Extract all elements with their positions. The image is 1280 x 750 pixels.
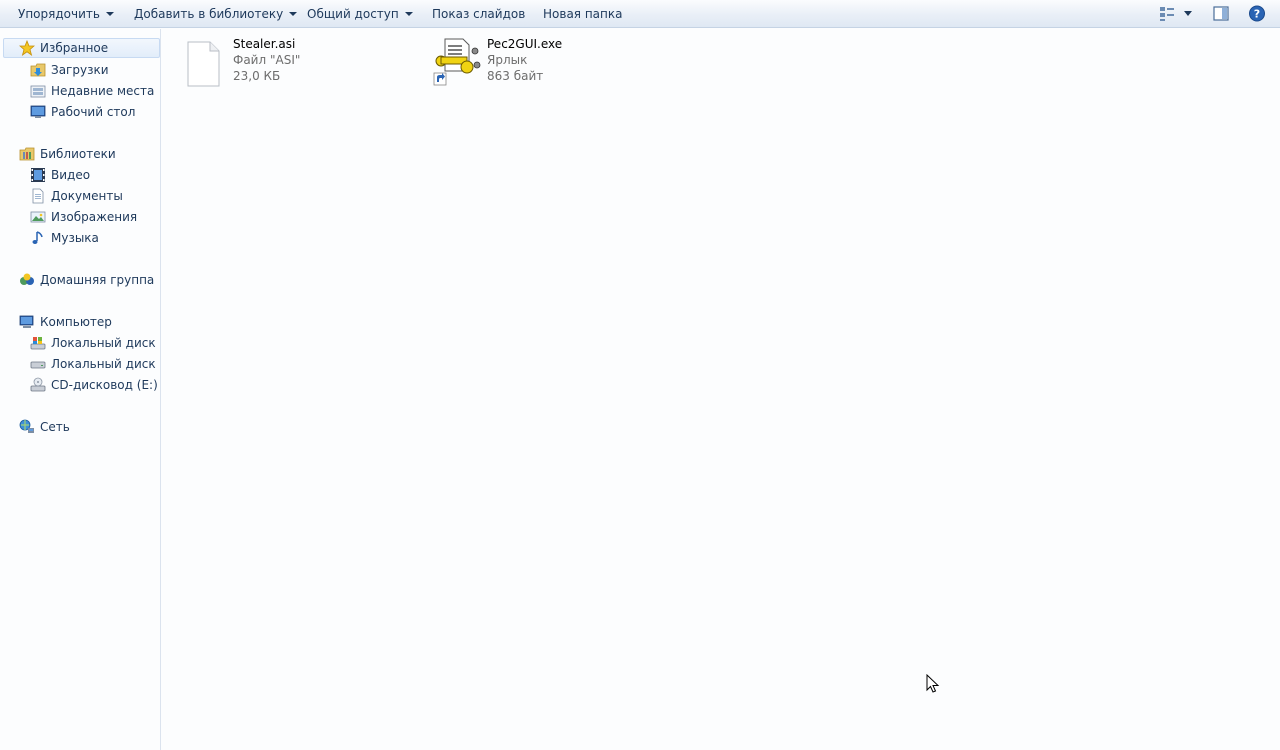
organize-button[interactable]: Упорядочить bbox=[18, 0, 114, 27]
preview-pane-button[interactable] bbox=[1212, 5, 1230, 22]
nav-cd-label: CD-дисковод (E:) bbox=[51, 378, 158, 392]
cd-drive-icon bbox=[30, 377, 46, 392]
computer-icon bbox=[19, 315, 34, 328]
file-size: 23,0 КБ bbox=[233, 69, 281, 83]
nav-downloads[interactable]: Загрузки bbox=[30, 60, 109, 80]
nav-images-label: Изображения bbox=[51, 210, 138, 224]
mouse-cursor-icon bbox=[926, 674, 940, 693]
nav-recent-label: Недавние места bbox=[51, 84, 155, 98]
nav-downloads-label: Загрузки bbox=[51, 63, 109, 77]
file-item-pec2gui[interactable]: Pec2GUI.exe Ярлык 863 байт bbox=[433, 37, 653, 91]
navigation-pane: Избранное Загрузки Недавние места Рабочи… bbox=[0, 29, 161, 750]
homegroup-icon bbox=[20, 273, 34, 285]
nav-computer-label: Компьютер bbox=[40, 315, 112, 329]
organize-label: Упорядочить bbox=[18, 6, 100, 21]
file-item-stealer[interactable]: Stealer.asi Файл "ASI" 23,0 КБ bbox=[185, 37, 395, 91]
nav-music[interactable]: Музыка bbox=[30, 228, 99, 248]
file-size: 863 байт bbox=[487, 69, 544, 83]
documents-icon bbox=[32, 188, 44, 204]
help-icon: ? bbox=[1249, 5, 1265, 22]
video-icon bbox=[31, 168, 45, 182]
nav-music-label: Музыка bbox=[51, 231, 99, 245]
slideshow-button[interactable]: Показ слайдов bbox=[432, 0, 525, 27]
help-button[interactable]: ? bbox=[1248, 5, 1266, 22]
svg-text:?: ? bbox=[1254, 8, 1260, 21]
nav-homegroup[interactable]: Домашняя группа bbox=[19, 270, 154, 290]
chevron-down-icon bbox=[404, 12, 413, 16]
preview-pane-icon bbox=[1213, 6, 1229, 21]
nav-libraries[interactable]: Библиотеки bbox=[19, 144, 116, 164]
blank-file-icon bbox=[187, 41, 220, 87]
star-icon bbox=[19, 40, 35, 56]
chevron-down-icon bbox=[105, 12, 114, 16]
nav-images[interactable]: Изображения bbox=[30, 207, 137, 227]
libraries-icon bbox=[19, 147, 35, 161]
nav-homegroup-label: Домашняя группа bbox=[40, 273, 155, 287]
slideshow-label: Показ слайдов bbox=[432, 6, 526, 21]
nav-desktop-label: Рабочий стол bbox=[51, 105, 136, 119]
nav-libraries-label: Библиотеки bbox=[40, 147, 116, 161]
nav-disk-d-label: Локальный диск (D: bbox=[51, 357, 160, 371]
desktop-icon bbox=[30, 105, 46, 118]
nav-documents-label: Документы bbox=[51, 189, 123, 203]
nav-network-label: Сеть bbox=[40, 420, 70, 434]
file-name: Stealer.asi bbox=[233, 37, 296, 51]
music-note-icon bbox=[32, 231, 43, 244]
nav-disk-d[interactable]: Локальный диск (D: bbox=[30, 354, 160, 374]
nav-favorites-label: Избранное bbox=[40, 41, 109, 55]
nav-cd-drive[interactable]: CD-дисковод (E:) bbox=[30, 375, 158, 395]
nav-disk-c[interactable]: Локальный диск (C: bbox=[30, 333, 160, 353]
file-name: Pec2GUI.exe bbox=[487, 37, 563, 51]
view-list-icon bbox=[1160, 7, 1192, 21]
nav-network[interactable]: Сеть bbox=[19, 417, 70, 437]
nav-documents[interactable]: Документы bbox=[30, 186, 123, 206]
images-icon bbox=[30, 211, 46, 223]
nav-computer[interactable]: Компьютер bbox=[19, 312, 112, 332]
system-drive-icon bbox=[30, 337, 46, 350]
nav-disk-c-label: Локальный диск (C: bbox=[51, 336, 160, 350]
nav-favorites[interactable]: Избранное bbox=[3, 38, 160, 58]
chevron-down-icon bbox=[289, 12, 298, 16]
file-type: Файл "ASI" bbox=[233, 53, 301, 67]
downloads-folder-icon bbox=[30, 63, 46, 77]
new-folder-button[interactable]: Новая папка bbox=[543, 0, 622, 27]
network-icon bbox=[19, 419, 34, 433]
nav-video[interactable]: Видео bbox=[30, 165, 90, 185]
command-bar: Упорядочить Добавить в библиотеку Общий … bbox=[0, 0, 1280, 28]
share-button[interactable]: Общий доступ bbox=[307, 0, 413, 27]
nav-recent-places[interactable]: Недавние места bbox=[30, 81, 154, 101]
new-folder-label: Новая папка bbox=[543, 6, 623, 21]
file-type: Ярлык bbox=[487, 53, 528, 67]
nav-video-label: Видео bbox=[51, 168, 91, 182]
nav-desktop[interactable]: Рабочий стол bbox=[30, 102, 135, 122]
recent-places-icon bbox=[30, 85, 46, 98]
file-list: Stealer.asi Файл "ASI" 23,0 КБ Pec2GUI.e… bbox=[161, 29, 1280, 750]
add-to-library-label: Добавить в библиотеку bbox=[134, 6, 284, 21]
add-to-library-button[interactable]: Добавить в библиотеку bbox=[134, 0, 298, 27]
hard-drive-icon bbox=[30, 361, 46, 369]
view-options-button[interactable] bbox=[1158, 5, 1194, 22]
share-label: Общий доступ bbox=[307, 6, 399, 21]
shortcut-app-icon bbox=[433, 38, 481, 86]
